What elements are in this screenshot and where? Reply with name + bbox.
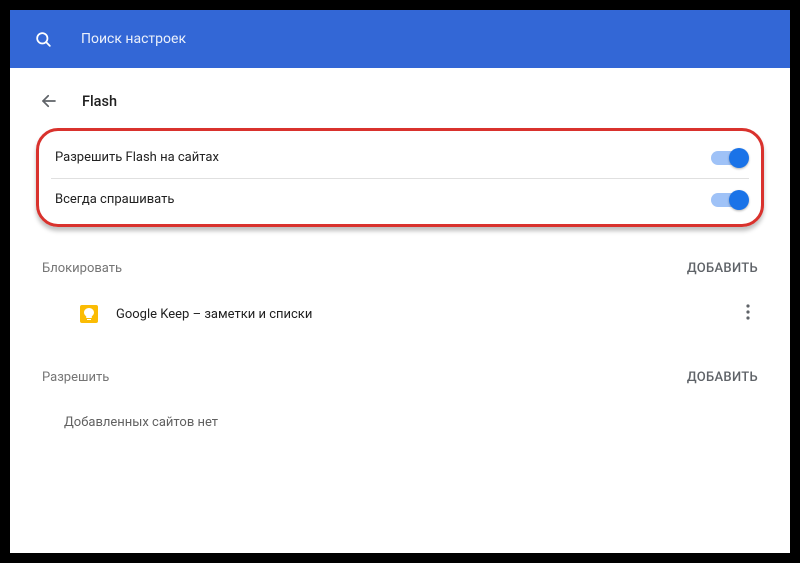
flash-toggles-box: Разрешить Flash на сайтах Всегда спрашив… xyxy=(36,128,764,227)
block-section-label: Блокировать xyxy=(42,261,122,276)
kebab-icon xyxy=(746,304,750,320)
toggle-knob xyxy=(729,148,749,168)
allow-empty-message: Добавленных сайтов нет xyxy=(36,399,764,440)
always-ask-toggle[interactable] xyxy=(711,193,745,207)
toggle-knob xyxy=(729,190,749,210)
allow-add-button[interactable]: ДОБАВИТЬ xyxy=(687,370,758,385)
block-add-button[interactable]: ДОБАВИТЬ xyxy=(687,261,758,276)
title-row: Flash xyxy=(36,90,764,128)
site-menu-button[interactable] xyxy=(738,300,758,328)
block-section-header: Блокировать ДОБАВИТЬ xyxy=(36,251,764,290)
search-bar[interactable]: Поиск настроек xyxy=(10,10,790,68)
search-placeholder: Поиск настроек xyxy=(81,31,186,47)
settings-page: Поиск настроек Flash Разрешить Flash на … xyxy=(10,10,790,553)
allow-flash-toggle[interactable] xyxy=(711,151,745,165)
search-icon xyxy=(34,30,53,49)
allow-section-header: Разрешить ДОБАВИТЬ xyxy=(36,360,764,399)
allow-section-label: Разрешить xyxy=(42,370,109,385)
always-ask-label: Всегда спрашивать xyxy=(55,192,174,207)
keep-icon xyxy=(80,305,98,323)
blocked-site-name: Google Keep – заметки и списки xyxy=(116,307,738,322)
content: Flash Разрешить Flash на сайтах Всегда с… xyxy=(10,68,790,440)
back-arrow-icon[interactable] xyxy=(40,92,58,110)
blocked-site-row: Google Keep – заметки и списки xyxy=(36,290,764,338)
allow-flash-label: Разрешить Flash на сайтах xyxy=(55,150,219,165)
always-ask-row: Всегда спрашивать xyxy=(51,178,749,220)
page-title: Flash xyxy=(82,93,117,110)
allow-flash-row: Разрешить Flash на сайтах xyxy=(51,137,749,178)
